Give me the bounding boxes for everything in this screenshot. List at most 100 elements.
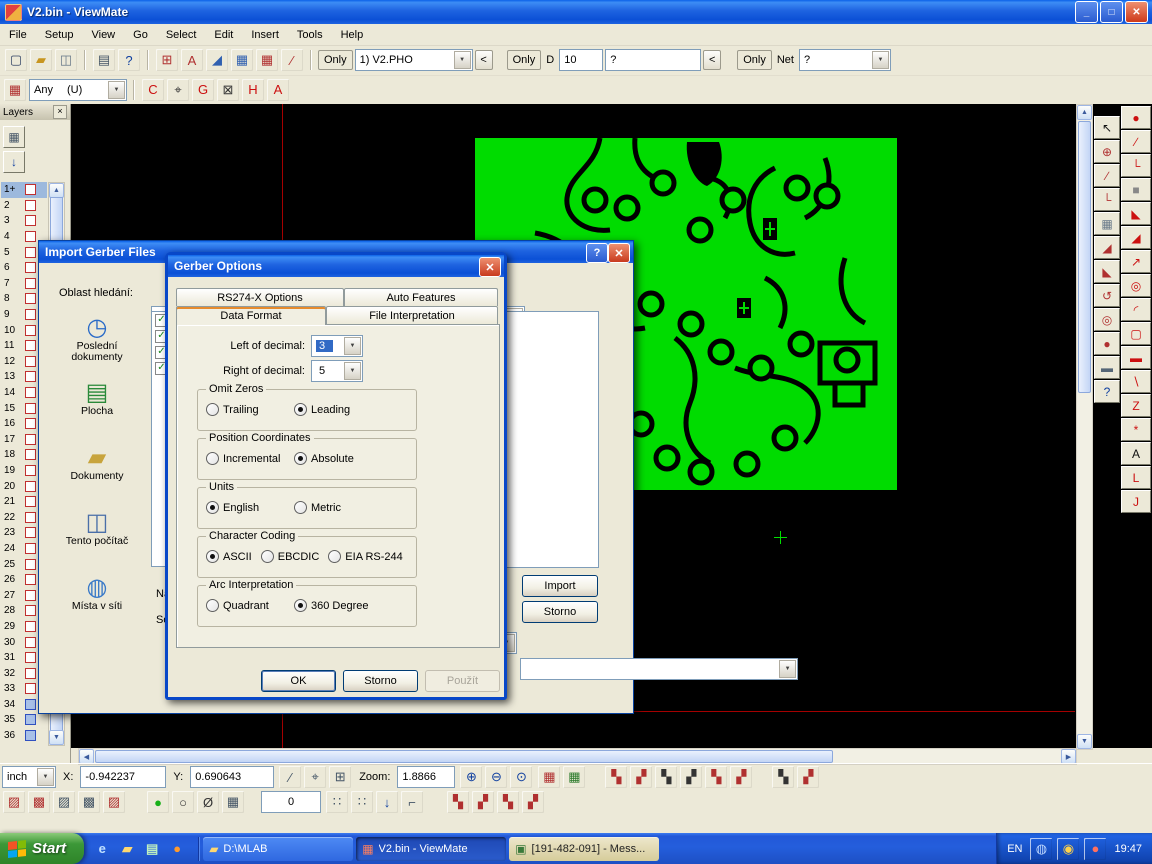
- chevron-down-icon[interactable]: ▼: [454, 51, 471, 69]
- dcode-filter-input[interactable]: ?: [605, 49, 701, 71]
- pad-icon[interactable]: ●: [1094, 332, 1120, 355]
- fill-icon[interactable]: ▦: [1094, 212, 1120, 235]
- status-light-icon[interactable]: ●: [146, 790, 170, 814]
- radio-360-degree[interactable]: 360 Degree: [294, 599, 369, 612]
- layer-color-swatch[interactable]: [25, 699, 36, 710]
- pattern-icon-8[interactable]: ▞: [796, 765, 820, 789]
- menu-select[interactable]: Select: [157, 26, 206, 44]
- arrow-down-icon[interactable]: ↓: [375, 790, 399, 814]
- pattern-icon-1[interactable]: ▚: [604, 765, 628, 789]
- grid-small-icon[interactable]: ▦: [221, 790, 245, 814]
- tray-update-icon[interactable]: ◉: [1056, 837, 1080, 861]
- layer-color-swatch[interactable]: [25, 247, 36, 258]
- y-coordinate-field[interactable]: 0.690643: [190, 766, 274, 788]
- firefox-icon[interactable]: ●: [167, 839, 187, 859]
- import-button[interactable]: Import: [522, 575, 598, 597]
- arc-tool-icon[interactable]: ◜: [1121, 298, 1151, 321]
- repeat-count-field[interactable]: 0: [261, 791, 321, 813]
- measure-mode-icon[interactable]: ∕: [280, 48, 304, 72]
- zoom-out-icon[interactable]: ⊖: [484, 765, 508, 789]
- layer-color-swatch[interactable]: [25, 668, 36, 679]
- scroll-down-icon[interactable]: ▼: [1077, 734, 1092, 749]
- pattern-icon-3[interactable]: ▚: [654, 765, 678, 789]
- circle-tool-icon[interactable]: ○: [171, 790, 195, 814]
- close-button[interactable]: ✕: [608, 243, 630, 263]
- chevron-down-icon[interactable]: ▼: [344, 337, 361, 355]
- layer-color-swatch[interactable]: [25, 683, 36, 694]
- dashed-rect-tool-icon[interactable]: ▢: [1121, 322, 1151, 345]
- grid-green-icon[interactable]: ▦: [562, 765, 586, 789]
- menu-go[interactable]: Go: [124, 26, 157, 44]
- square-pad-tool-icon[interactable]: ■: [1121, 178, 1151, 201]
- right-decimal-combo[interactable]: 5 ▼: [311, 360, 363, 382]
- save-icon[interactable]: ◫: [54, 48, 78, 72]
- tab-file-interpretation[interactable]: File Interpretation: [326, 306, 498, 324]
- line-icon[interactable]: ∕: [1094, 164, 1120, 187]
- layer-pattern-icon-3[interactable]: ▨: [52, 790, 76, 814]
- measure-icon[interactable]: ∕: [278, 765, 302, 789]
- layer-color-swatch[interactable]: [25, 605, 36, 616]
- target-tool-icon[interactable]: ◎: [1121, 274, 1151, 297]
- checker-icon-4[interactable]: ▞: [521, 790, 545, 814]
- triangle-tool-icon[interactable]: ◣: [1121, 202, 1151, 225]
- context-help-icon[interactable]: ?: [117, 48, 141, 72]
- layers-table-icon[interactable]: ▦: [3, 126, 25, 148]
- close-button[interactable]: ✕: [479, 257, 501, 277]
- hook-tool-icon[interactable]: J: [1121, 490, 1151, 513]
- chevron-down-icon[interactable]: ▼: [872, 51, 889, 69]
- layer-color-swatch[interactable]: [25, 434, 36, 445]
- layer-color-swatch[interactable]: [25, 512, 36, 523]
- layer-row[interactable]: 36: [1, 728, 47, 744]
- layer-color-swatch[interactable]: [25, 200, 36, 211]
- menu-insert[interactable]: Insert: [242, 26, 288, 44]
- radio-trailing[interactable]: Trailing: [206, 403, 294, 416]
- radio-incremental[interactable]: Incremental: [206, 452, 294, 465]
- tab-rs274-x-options[interactable]: RS274-X Options: [176, 288, 344, 306]
- layer-color-swatch[interactable]: [25, 465, 36, 476]
- vertical-scrollbar-thumb[interactable]: [1078, 121, 1091, 393]
- highlight-a-icon[interactable]: A: [266, 78, 290, 102]
- layer-color-swatch[interactable]: [25, 262, 36, 273]
- pattern-icon-7[interactable]: ▚: [771, 765, 795, 789]
- menu-edit[interactable]: Edit: [205, 26, 242, 44]
- layer-pattern-icon-1[interactable]: ▨: [2, 790, 26, 814]
- checker-icon-2[interactable]: ▞: [471, 790, 495, 814]
- layers-panel-header[interactable]: Layers ×: [0, 104, 70, 120]
- ok-button[interactable]: OK: [261, 670, 336, 692]
- task-button-191-482-091-mess[interactable]: ▣[191-482-091] - Mess...: [509, 837, 659, 861]
- layer-color-swatch[interactable]: [25, 309, 36, 320]
- x-coordinate-field[interactable]: -0.942237: [80, 766, 166, 788]
- dcode-input[interactable]: 10: [559, 49, 603, 71]
- mirror-tool-icon[interactable]: ◢: [1121, 226, 1151, 249]
- rotate-icon[interactable]: ↺: [1094, 284, 1120, 307]
- radio-absolute[interactable]: Absolute: [294, 452, 354, 465]
- layer-color-swatch[interactable]: [25, 559, 36, 570]
- checker-icon-1[interactable]: ▚: [446, 790, 470, 814]
- cancel-button[interactable]: Storno: [343, 670, 418, 692]
- menu-help[interactable]: Help: [332, 26, 373, 44]
- text-tool-icon[interactable]: A: [1121, 442, 1151, 465]
- language-indicator[interactable]: EN: [1007, 843, 1022, 855]
- close-icon[interactable]: ×: [53, 105, 67, 119]
- minimize-button[interactable]: _: [1075, 1, 1098, 23]
- layer-color-swatch[interactable]: [25, 418, 36, 429]
- tray-alert-icon[interactable]: ●: [1083, 837, 1107, 861]
- layer-color-swatch[interactable]: [25, 496, 36, 507]
- menu-setup[interactable]: Setup: [36, 26, 83, 44]
- zoom-in-icon[interactable]: ⊕: [459, 765, 483, 789]
- grid-red-icon[interactable]: ▦: [537, 765, 561, 789]
- menu-tools[interactable]: Tools: [288, 26, 332, 44]
- layer-color-swatch[interactable]: [25, 637, 36, 648]
- dash-icon[interactable]: ▬: [1094, 356, 1120, 379]
- layer-pattern-icon-4[interactable]: ▩: [77, 790, 101, 814]
- scroll-up-icon[interactable]: ▲: [49, 183, 64, 198]
- scroll-up-icon[interactable]: ▲: [1077, 105, 1092, 120]
- unit-combo[interactable]: inch ▼: [2, 766, 56, 788]
- line-tool-icon[interactable]: ∕: [1121, 130, 1151, 153]
- place-tento-po-ta[interactable]: ◫Tento počítač: [49, 510, 145, 569]
- pattern-icon-2[interactable]: ▞: [629, 765, 653, 789]
- elbow-icon[interactable]: └: [1094, 188, 1120, 211]
- layer-color-swatch[interactable]: [25, 527, 36, 538]
- layer-color-swatch[interactable]: [25, 356, 36, 367]
- layer-color-swatch[interactable]: [25, 590, 36, 601]
